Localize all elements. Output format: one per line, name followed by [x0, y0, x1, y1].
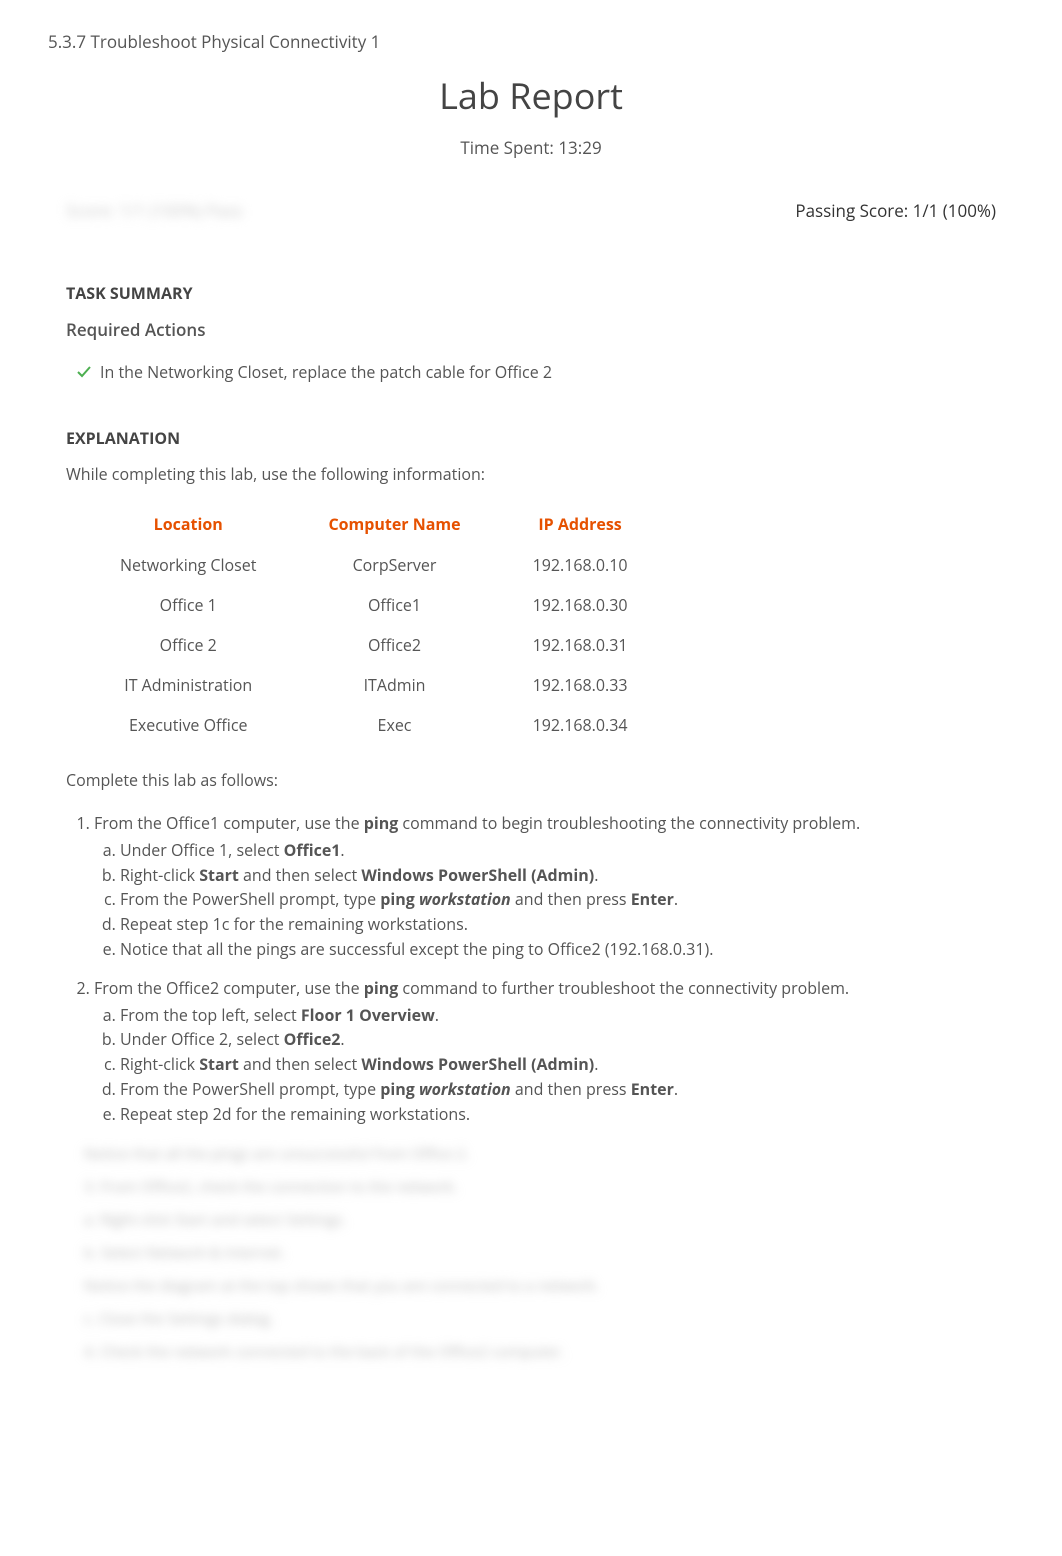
required-actions-heading: Required Actions: [48, 318, 1014, 341]
table-row: Office 1Office1192.168.0.30: [84, 585, 664, 625]
score-row: Score: 1/1 (100%) Pass Passing Score: 1/…: [48, 199, 1014, 222]
table-cell: Exec: [292, 705, 496, 745]
table-cell: Executive Office: [84, 705, 292, 745]
time-spent: Time Spent: 13:29: [48, 136, 1014, 159]
table-cell: 192.168.0.30: [497, 585, 664, 625]
th-location: Location: [84, 503, 292, 545]
table-cell: CorpServer: [292, 545, 496, 585]
table-cell: 192.168.0.31: [497, 625, 664, 665]
passing-score: Passing Score: 1/1 (100%): [795, 199, 996, 222]
th-computer-name: Computer Name: [292, 503, 496, 545]
table-row: Networking ClosetCorpServer192.168.0.10: [84, 545, 664, 585]
sub-step-item: Under Office 1, select Office1.: [120, 838, 1014, 863]
blurred-content: Notice that all the pings are unsuccessf…: [48, 1141, 1014, 1366]
page-title: 5.3.7 Troubleshoot Physical Connectivity…: [48, 30, 1014, 53]
sub-steps-list: From the top left, select Floor 1 Overvi…: [94, 1003, 1014, 1127]
step-item: From the Office2 computer, use the ping …: [94, 976, 1014, 1127]
table-cell: 192.168.0.10: [497, 545, 664, 585]
info-table: Location Computer Name IP Address Networ…: [84, 503, 664, 745]
sub-step-item: Right-click Start and then select Window…: [120, 1052, 1014, 1077]
sub-step-item: From the PowerShell prompt, type ping wo…: [120, 1077, 1014, 1102]
sub-step-item: From the PowerShell prompt, type ping wo…: [120, 887, 1014, 912]
score-blurred: Score: 1/1 (100%) Pass: [66, 199, 243, 222]
table-cell: Office 2: [84, 625, 292, 665]
sub-step-item: Repeat step 1c for the remaining worksta…: [120, 912, 1014, 937]
table-row: Executive OfficeExec192.168.0.34: [84, 705, 664, 745]
sub-steps-list: Under Office 1, select Office1.Right-cli…: [94, 838, 1014, 962]
th-ip-address: IP Address: [497, 503, 664, 545]
check-icon: [76, 364, 92, 380]
step-item: From the Office1 computer, use the ping …: [94, 811, 1014, 962]
complete-text: Complete this lab as follows:: [48, 769, 1014, 791]
table-cell: 192.168.0.34: [497, 705, 664, 745]
sub-step-item: From the top left, select Floor 1 Overvi…: [120, 1003, 1014, 1028]
required-action-row: In the Networking Closet, replace the pa…: [48, 357, 1014, 387]
lab-report-heading: Lab Report: [48, 71, 1014, 120]
table-cell: Networking Closet: [84, 545, 292, 585]
explanation-heading: EXPLANATION: [48, 427, 1014, 449]
task-summary-heading: TASK SUMMARY: [48, 282, 1014, 304]
table-cell: 192.168.0.33: [497, 665, 664, 705]
sub-step-item: Under Office 2, select Office2.: [120, 1027, 1014, 1052]
main-steps-list: From the Office1 computer, use the ping …: [48, 811, 1014, 1127]
sub-step-item: Right-click Start and then select Window…: [120, 863, 1014, 888]
sub-step-item: Repeat step 2d for the remaining worksta…: [120, 1102, 1014, 1127]
table-cell: IT Administration: [84, 665, 292, 705]
table-cell: Office1: [292, 585, 496, 625]
table-row: Office 2Office2192.168.0.31: [84, 625, 664, 665]
explanation-intro: While completing this lab, use the follo…: [48, 463, 1014, 485]
table-cell: Office 1: [84, 585, 292, 625]
required-action-text: In the Networking Closet, replace the pa…: [100, 361, 552, 383]
table-row: IT AdministrationITAdmin192.168.0.33: [84, 665, 664, 705]
sub-step-item: Notice that all the pings are successful…: [120, 937, 1014, 962]
table-cell: Office2: [292, 625, 496, 665]
table-cell: ITAdmin: [292, 665, 496, 705]
